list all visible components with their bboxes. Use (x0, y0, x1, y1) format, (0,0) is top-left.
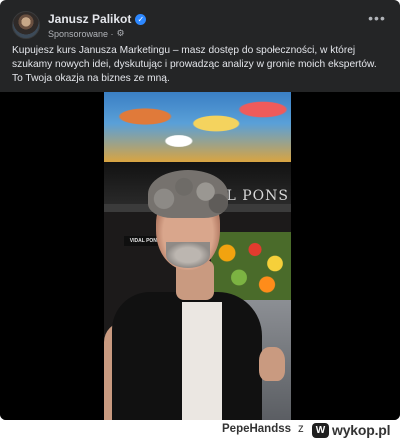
author-line: Janusz Palikot ✓ (48, 12, 147, 26)
post-text: Kupujesz kurs Janusza Marketingu – masz … (12, 45, 377, 85)
stall-sign-text: L PONS (226, 188, 289, 204)
post-header: Janusz Palikot ✓ Sponsorowane · ⚙ ••• (12, 11, 388, 41)
video-frame[interactable]: L PONS VIDAL PONS (104, 92, 291, 420)
gear-icon[interactable]: ⚙ (117, 28, 125, 39)
person-hand (259, 347, 285, 381)
verified-badge-icon: ✓ (135, 13, 147, 25)
person-hair (148, 170, 228, 218)
market-mural (104, 92, 291, 162)
post-meta: Sponsorowane · ⚙ (48, 28, 125, 39)
facebook-post-card: Janusz Palikot ✓ Sponsorowane · ⚙ ••• Ku… (0, 0, 400, 420)
person-undershirt (182, 302, 222, 420)
wykop-site-name: wykop.pl (332, 422, 391, 438)
video-player[interactable]: L PONS VIDAL PONS (0, 92, 400, 420)
person-beard (166, 242, 210, 268)
author-name[interactable]: Janusz Palikot (48, 12, 131, 26)
wykop-logo-icon: W (312, 422, 329, 438)
footer-username[interactable]: PepeHandss (222, 423, 291, 435)
sponsored-label[interactable]: Sponsorowane · (48, 29, 114, 39)
footer-separator: z (298, 423, 304, 435)
author-avatar[interactable] (12, 11, 40, 39)
wykop-logo[interactable]: W wykop.pl (312, 422, 390, 438)
more-options-button[interactable]: ••• (366, 11, 388, 27)
wykop-footer: PepeHandss z W wykop.pl (0, 420, 400, 441)
